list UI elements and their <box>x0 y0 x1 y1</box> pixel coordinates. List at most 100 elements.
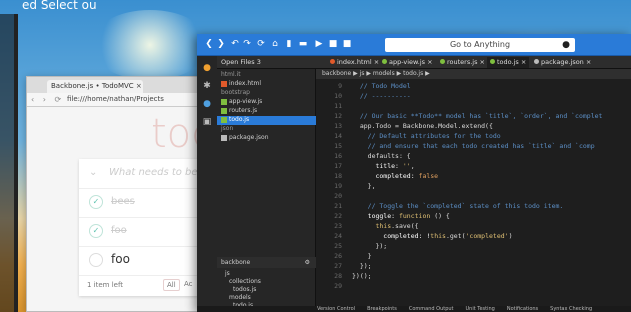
nav-buttons-icon[interactable]: ‹ › ⟳ <box>31 95 64 104</box>
code-line[interactable]: 26 } <box>316 251 631 261</box>
code-token: }); <box>352 262 372 270</box>
filter-all-button[interactable]: All <box>163 279 180 291</box>
file-tab-label: routers.js × <box>447 58 486 66</box>
todo-label: foo <box>111 225 127 236</box>
code-text: // Todo Model <box>352 81 411 91</box>
open-files-panel: html.it index.html bootstrap app-view.js… <box>217 69 316 306</box>
code-line[interactable]: 15 // and ensure that each todo created … <box>316 141 631 151</box>
line-number: 23 <box>334 222 342 230</box>
code-line[interactable]: 23 this.save({ <box>316 221 631 231</box>
file-tab-label: todo.js × <box>497 58 527 66</box>
bottom-panel-tab[interactable]: Breakpoints <box>367 306 397 312</box>
code-token: // and ensure that each todo created has… <box>352 142 595 150</box>
file-name: package.json <box>229 134 269 141</box>
breadcrumb[interactable]: backbone ▶ js ▶ models ▶ todo.js ▶ <box>316 69 631 79</box>
js-file-icon <box>221 98 227 105</box>
code-line[interactable]: 10 // ---------- <box>316 91 631 101</box>
toggle-all-icon[interactable]: ⌄ <box>89 167 97 178</box>
code-token: title: <box>352 162 403 170</box>
bottom-panel-tab[interactable]: Command Output <box>409 306 454 312</box>
code-token: defaults: { <box>352 152 411 160</box>
bottom-panel-tab[interactable]: Version Control <box>317 306 355 312</box>
file-list-item-selected[interactable]: todo.js <box>217 116 316 125</box>
code-editor[interactable]: 9 // Todo Model 10 // ---------- 11 12 // O… <box>316 79 631 306</box>
line-number: 16 <box>334 152 342 160</box>
toolbox-icon[interactable]: ● <box>201 98 213 110</box>
code-text: toggle: function () { <box>352 211 450 221</box>
html-file-icon <box>330 59 335 64</box>
undo-icon[interactable]: ↶ <box>229 38 241 51</box>
code-line[interactable]: 29 <box>316 281 631 291</box>
line-number: 11 <box>334 102 342 110</box>
projects-icon[interactable]: ▣ <box>201 116 213 128</box>
bottom-panel-tab[interactable]: Notifications <box>507 306 538 312</box>
code-line[interactable]: 20 <box>316 191 631 201</box>
url-input[interactable]: file:///home/nathan/Projects <box>67 95 217 105</box>
places-header[interactable]: backbone ⚙ <box>217 257 316 268</box>
file-tab-active[interactable]: todo.js × <box>487 57 530 68</box>
code-line[interactable]: 19 }, <box>316 181 631 191</box>
todo-label: foo <box>111 252 130 266</box>
code-line[interactable]: 14 // Default attributes for the todo <box>316 131 631 141</box>
filter-active-button[interactable]: Ac <box>181 279 196 289</box>
file-list-item[interactable]: app-view.js <box>217 98 316 107</box>
back-icon[interactable]: ❮ <box>203 38 215 51</box>
checkmark-icon[interactable]: ✓ <box>89 224 103 238</box>
editor-side-icons: ● ✱ ● ▣ <box>197 56 217 306</box>
places-icon[interactable]: ● <box>201 62 213 74</box>
file-list-item[interactable]: routers.js <box>217 107 316 116</box>
reload-icon[interactable]: ⟳ <box>255 38 267 51</box>
play-icon[interactable]: ▶ <box>313 38 325 51</box>
json-file-icon <box>221 134 227 141</box>
new-todo-input[interactable]: What needs to be <box>109 167 198 178</box>
browser-page: todos ⌄ What needs to be ✓ bees ✓ foo fo… <box>27 107 262 311</box>
bottom-panel-tab[interactable]: Unit Testing <box>466 306 495 312</box>
folder-icon[interactable]: ▬ <box>297 38 309 51</box>
file-tab[interactable]: package.json × <box>531 57 594 68</box>
bottom-panel-tab[interactable]: Syntax Checking <box>550 306 592 312</box>
file-tab[interactable]: index.html × <box>327 57 382 68</box>
stop-icon[interactable]: ■ <box>341 38 353 51</box>
gear-icon[interactable]: ● <box>560 39 572 52</box>
checkbox-icon[interactable] <box>89 253 103 267</box>
code-line[interactable]: 16 defaults: { <box>316 151 631 161</box>
code-line[interactable]: 11 <box>316 101 631 111</box>
code-line[interactable]: 21 // Toggle the `completed` state of th… <box>316 201 631 211</box>
browser-tab[interactable]: Backbone.js • TodoMVC × <box>47 80 143 93</box>
file-name: routers.js <box>229 107 258 114</box>
js-file-icon <box>221 107 227 114</box>
open-files-header[interactable]: Open Files 3 <box>221 58 261 66</box>
code-token: .save({ <box>391 222 419 230</box>
line-number: 19 <box>334 182 342 190</box>
code-line[interactable]: 12 // Our basic **Todo** model has `titl… <box>316 111 631 121</box>
line-number: 15 <box>334 142 342 150</box>
redo-icon[interactable]: ↷ <box>241 38 253 51</box>
gear-icon[interactable]: ⚙ <box>305 257 310 268</box>
code-line[interactable]: 28})(); <box>316 271 631 281</box>
code-icon[interactable]: ✱ <box>201 80 213 92</box>
save-icon[interactable]: ▮ <box>283 38 295 51</box>
code-line[interactable]: 13 app.Todo = Backbone.Model.extend({ <box>316 121 631 131</box>
code-line[interactable]: 9 // Todo Model <box>316 81 631 91</box>
browser-urlbar: ‹ › ⟳ file:///home/nathan/Projects <box>27 93 215 107</box>
html-file-icon <box>221 80 227 87</box>
file-name: todo.js <box>229 116 250 123</box>
file-tab[interactable]: routers.js × <box>437 57 488 68</box>
code-line[interactable]: 24 completed: !this.get('completed') <box>316 231 631 241</box>
code-line[interactable]: 18 completed: false <box>316 171 631 181</box>
file-list-item[interactable]: index.html <box>217 80 316 89</box>
code-line[interactable]: 27 }); <box>316 261 631 271</box>
file-list-item[interactable]: package.json <box>217 134 316 143</box>
code-line[interactable]: 17 title: '', <box>316 161 631 171</box>
code-line[interactable]: 22 toggle: function () { <box>316 211 631 221</box>
code-token: false <box>418 172 439 180</box>
home-icon[interactable]: ⌂ <box>269 38 281 51</box>
file-name: app-view.js <box>229 98 263 105</box>
code-line[interactable]: 25 }); <box>316 241 631 251</box>
goto-anything-input[interactable]: Go to Anything <box>385 38 575 52</box>
file-tab[interactable]: app-view.js × <box>379 57 436 68</box>
record-icon[interactable]: ■ <box>327 38 339 51</box>
forward-icon[interactable]: ❯ <box>215 38 227 51</box>
checkmark-icon[interactable]: ✓ <box>89 195 103 209</box>
